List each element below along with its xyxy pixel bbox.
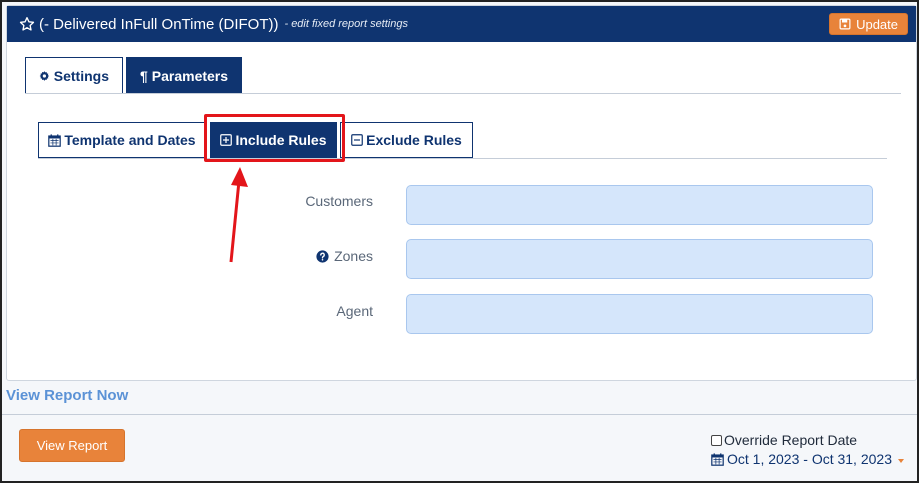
calendar-icon (711, 452, 724, 466)
pilcrow-icon: ¶ (139, 67, 148, 84)
tab-settings[interactable]: Settings (25, 57, 123, 93)
panel-header: (- Delivered InFull OnTime (DIFOT)) - ed… (7, 6, 916, 42)
tab-template-and-dates[interactable]: Template and Dates (38, 122, 206, 158)
minus-square-icon (351, 134, 363, 146)
tab-template-label: Template and Dates (64, 132, 196, 148)
report-title: (- Delivered InFull OnTime (DIFOT)) (39, 15, 279, 33)
customers-input[interactable] (406, 185, 873, 225)
footer-divider (2, 414, 917, 415)
view-report-button[interactable]: View Report (19, 429, 125, 462)
question-circle-icon[interactable] (316, 249, 329, 263)
tab-parameters[interactable]: ¶ Parameters (126, 57, 242, 93)
agent-label: Agent (336, 303, 373, 319)
sub-tabs: Template and Dates Include Rules Exclude… (38, 122, 473, 158)
zones-label-wrap: Zones (316, 248, 373, 264)
tab-exclude-rules[interactable]: Exclude Rules (340, 122, 473, 158)
override-checkbox[interactable] (711, 434, 722, 446)
caret-down-icon (898, 459, 904, 463)
top-tabs: Settings ¶ Parameters (25, 57, 242, 93)
save-icon (839, 18, 851, 30)
window-frame: (- Delivered InFull OnTime (DIFOT)) - ed… (0, 0, 919, 483)
date-range-text: Oct 1, 2023 - Oct 31, 2023 (727, 451, 892, 467)
report-settings-panel: (- Delivered InFull OnTime (DIFOT)) - ed… (6, 5, 917, 381)
gear-icon (39, 70, 50, 81)
view-report-now-link[interactable]: View Report Now (6, 387, 128, 404)
zones-input[interactable] (406, 239, 873, 279)
tab-exclude-label: Exclude Rules (366, 132, 462, 148)
calendar-icon (48, 133, 62, 147)
tab-include-label: Include Rules (235, 132, 327, 148)
sub-tabs-divider (38, 158, 887, 159)
agent-input[interactable] (406, 294, 873, 334)
tabs-divider (25, 93, 901, 94)
tab-include-rules[interactable]: Include Rules (210, 122, 337, 158)
plus-square-icon (220, 134, 233, 146)
customers-label: Customers (305, 193, 373, 209)
tab-settings-label: Settings (53, 67, 109, 84)
zones-label: Zones (334, 248, 373, 264)
report-subtitle: - edit fixed report settings (284, 18, 408, 30)
date-range-picker[interactable]: Oct 1, 2023 - Oct 31, 2023 (711, 451, 904, 467)
star-icon[interactable] (19, 16, 35, 32)
update-button[interactable]: Update (829, 13, 908, 35)
tab-parameters-label: Parameters (151, 67, 229, 84)
update-label: Update (856, 16, 898, 32)
override-label: Override Report Date (724, 432, 858, 448)
override-report-date[interactable]: Override Report Date (711, 432, 857, 448)
